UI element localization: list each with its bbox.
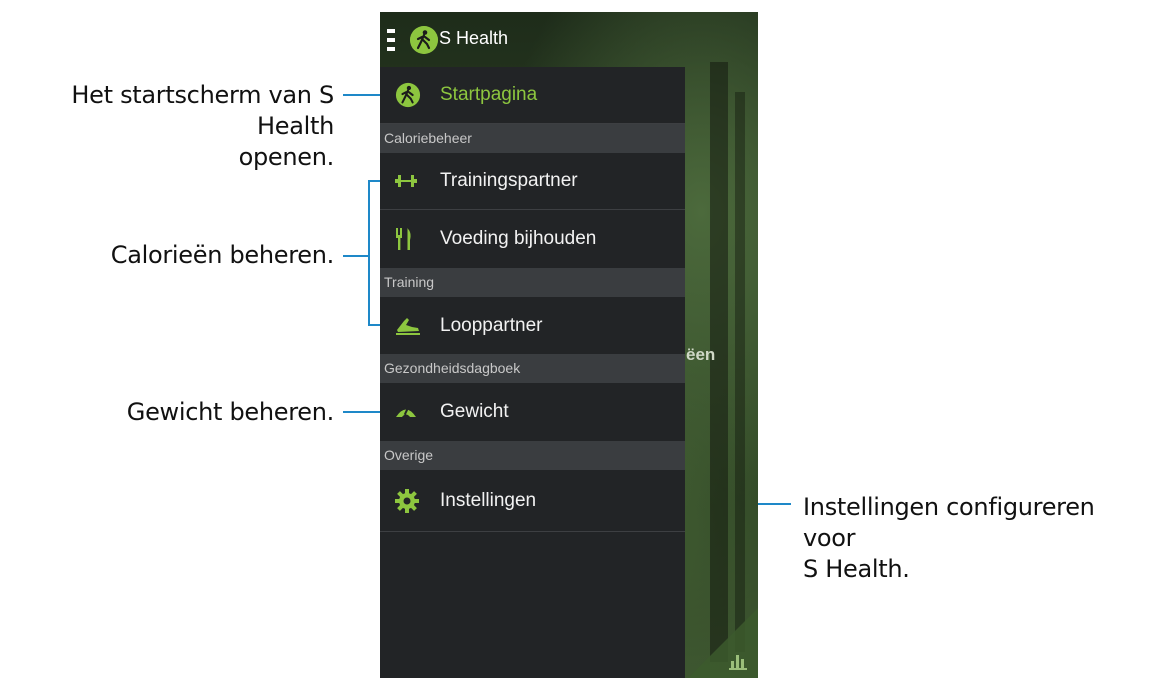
menu-icon[interactable]	[387, 29, 395, 51]
background-label: ëen	[686, 345, 716, 364]
drawer-item-voeding[interactable]: Voeding bijhouden	[380, 210, 685, 268]
callout-calories-connector	[343, 255, 369, 257]
scale-icon	[396, 408, 416, 417]
callout-home-line-1: Het startscherm van S Health	[71, 81, 334, 140]
navigation-drawer: Startpagina Caloriebeheer Trainingspartn…	[380, 67, 685, 678]
walker-icon	[395, 82, 421, 108]
walker-icon[interactable]	[410, 26, 438, 54]
drawer-item-label: Trainingspartner	[440, 170, 578, 191]
drawer-item-label: Startpagina	[440, 84, 538, 105]
running-shoe-icon	[396, 317, 420, 335]
drawer-item-trainingspartner[interactable]: Trainingspartner	[380, 153, 685, 210]
callout-weight: Gewicht beheren.	[126, 398, 335, 426]
section-header: Gezondheidsdagboek	[380, 354, 685, 383]
drawer-item-looppartner[interactable]: Looppartner	[380, 297, 685, 354]
callout-home: Het startscherm van S Health openen.	[0, 80, 334, 173]
app-title: S Health	[439, 28, 509, 48]
dumbbell-icon	[395, 175, 417, 187]
callout-settings-line-2: S Health.	[803, 555, 910, 583]
drawer-item-label: Gewicht	[440, 401, 509, 422]
bar-chart-icon[interactable]	[728, 652, 748, 670]
callout-calories: Calorieën beheren.	[110, 241, 335, 269]
callout-home-line-2: openen.	[238, 143, 335, 171]
background-tree	[735, 92, 745, 652]
callout-settings-line-1: Instellingen configureren voor	[803, 493, 1095, 552]
phone-screen: ëen S Health Startpagina Caloriebeheer T…	[380, 12, 758, 678]
drawer-item-gewicht[interactable]: Gewicht	[380, 383, 685, 441]
gear-icon	[395, 488, 419, 513]
section-header: Training	[380, 268, 685, 297]
drawer-item-label: Voeding bijhouden	[440, 228, 597, 249]
callout-settings: Instellingen configureren voor S Health.	[803, 492, 1152, 585]
drawer-item-startpagina[interactable]: Startpagina	[380, 67, 685, 124]
drawer-item-instellingen[interactable]: Instellingen	[380, 470, 685, 532]
callout-calories-bracket	[368, 180, 370, 326]
fork-knife-icon	[396, 228, 411, 250]
drawer-item-label: Instellingen	[440, 489, 537, 511]
drawer-item-label: Looppartner	[440, 314, 543, 336]
section-header: Overige	[380, 441, 685, 470]
action-bar: S Health	[380, 12, 758, 67]
section-header: Caloriebeheer	[380, 124, 685, 153]
